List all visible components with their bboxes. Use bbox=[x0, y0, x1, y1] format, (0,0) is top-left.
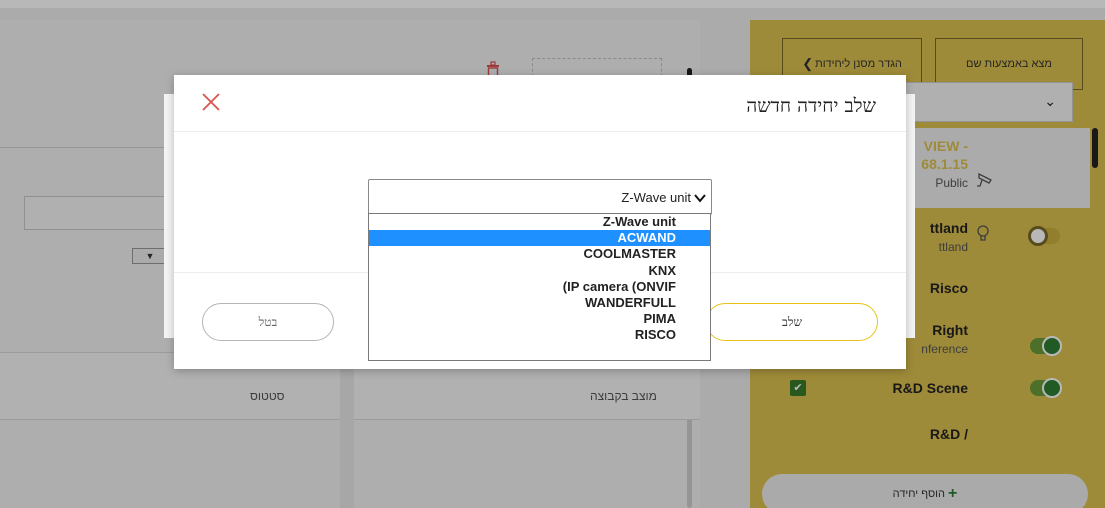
chevron-down-icon bbox=[694, 194, 706, 203]
dropdown-option[interactable]: Z-Wave unit bbox=[369, 214, 710, 230]
dropdown-value: Z-Wave unit bbox=[621, 190, 691, 205]
dropdown-option[interactable]: (IP camera (ONVIF bbox=[369, 279, 710, 295]
unit-type-options: Z-Wave unit ACWAND COOLMASTER KNX (IP ca… bbox=[368, 213, 711, 361]
close-icon[interactable] bbox=[200, 91, 222, 113]
divider bbox=[174, 131, 906, 132]
dialog-title: שלב יחידה חדשה bbox=[746, 95, 876, 117]
add-button[interactable]: שלב bbox=[706, 303, 878, 341]
dropdown-option[interactable]: KNX bbox=[369, 263, 710, 279]
dropdown-option[interactable]: WANDERFULL bbox=[369, 295, 710, 311]
dropdown-option[interactable]: COOLMASTER bbox=[369, 246, 710, 262]
unit-type-dropdown[interactable]: Z-Wave unit bbox=[368, 179, 712, 215]
cancel-button[interactable]: בטל bbox=[202, 303, 334, 341]
dropdown-option[interactable]: RISCO bbox=[369, 327, 710, 343]
dropdown-option-selected[interactable]: ACWAND bbox=[369, 230, 710, 247]
dropdown-option[interactable]: PIMA bbox=[369, 311, 710, 327]
